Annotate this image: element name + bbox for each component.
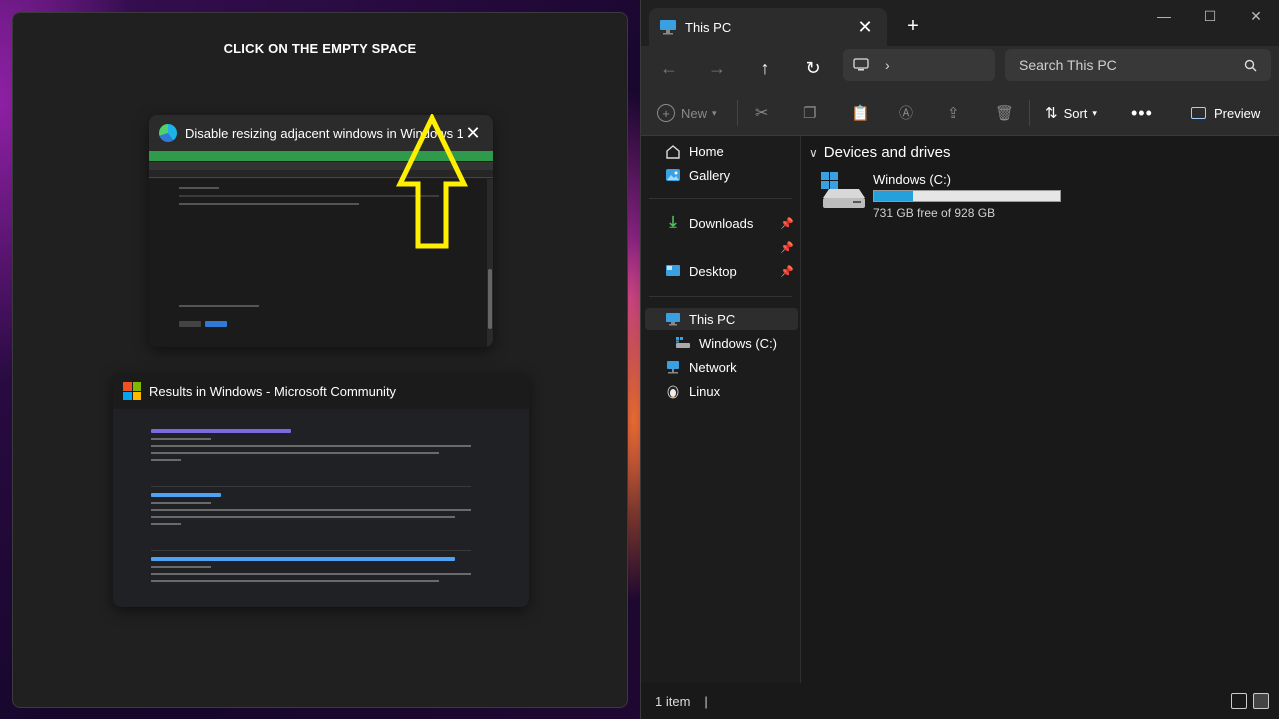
sort-label: Sort [1063, 105, 1088, 121]
sort-button[interactable]: ⇅ Sort ▾ [1045, 98, 1097, 128]
chevron-down-icon: ▾ [712, 107, 717, 118]
search-box[interactable]: Search This PC [1005, 49, 1271, 81]
sidebar-item-label: Desktop [689, 263, 737, 279]
microsoft-logo-icon [123, 382, 141, 400]
tab-label: This PC [685, 19, 732, 35]
linux-penguin-icon [665, 383, 681, 399]
large-icons-view-icon[interactable] [1253, 693, 1269, 709]
up-button[interactable]: ↑ [749, 52, 781, 84]
sidebar-item-gallery[interactable]: Gallery [645, 164, 798, 186]
sidebar-item-label: Network [689, 359, 737, 375]
windows-drive-icon [821, 172, 865, 212]
copy-icon[interactable]: ❐ [803, 98, 816, 128]
download-icon: ⤓ [669, 214, 677, 231]
sort-icon: ⇅ [1045, 105, 1058, 122]
monitor-icon [853, 58, 869, 71]
group-title: Devices and drives [823, 144, 951, 161]
sidebar-item-desktop[interactable]: Desktop 📌 [645, 260, 798, 282]
navigation-pane: Home Gallery ⤓ Downloads 📌 📌 Desktop 📌 T… [641, 136, 801, 683]
paste-icon[interactable]: 📋 [851, 98, 870, 128]
sidebar-item-label: Windows (C:) [699, 335, 778, 351]
drive-usage-bar [873, 190, 1061, 202]
status-separator: | [704, 693, 708, 709]
drive-usage-fill [874, 191, 914, 201]
close-window-button[interactable]: ✕ [1233, 4, 1279, 28]
drive-free-space: 731 GB free of 928 GB [873, 206, 996, 220]
rename-icon[interactable]: Ⓐ [899, 98, 913, 128]
thumbnail-preview [113, 409, 529, 607]
chevron-down-icon: ▾ [1092, 107, 1097, 118]
sidebar-item-windows-c[interactable]: Windows (C:) [645, 332, 798, 354]
delete-icon[interactable]: 🗑 [995, 98, 1014, 128]
forward-button[interactable]: → [701, 52, 733, 84]
sidebar-item-downloads[interactable]: ⤓ Downloads 📌 [645, 212, 798, 234]
minimize-button[interactable]: — [1141, 4, 1187, 28]
preview-label: Preview [1214, 105, 1261, 121]
plus-circle-icon: + [657, 104, 675, 122]
address-bar-row: ← → ↑ ↻ › Search This PC [641, 46, 1279, 90]
cut-icon[interactable]: ✂ [755, 98, 768, 128]
network-icon [665, 359, 681, 375]
new-tab-button[interactable]: + [899, 12, 927, 40]
group-header-devices[interactable]: ∨ Devices and drives [809, 144, 951, 161]
back-button[interactable]: ← [653, 52, 685, 84]
tab-bar: This PC ✕ + — ☐ ✕ [641, 0, 1279, 46]
chevron-down-icon: ∨ [809, 145, 818, 160]
tab-this-pc[interactable]: This PC ✕ [649, 8, 887, 46]
desktop-icon [665, 263, 681, 279]
edge-icon [159, 124, 177, 142]
close-icon[interactable]: ✕ [853, 15, 877, 39]
search-icon [1244, 59, 1257, 71]
maximize-button[interactable]: ☐ [1187, 4, 1233, 28]
chevron-right-icon[interactable]: › [885, 57, 890, 73]
sidebar-item-label: Gallery [689, 167, 731, 183]
share-icon[interactable]: ⇪ [947, 98, 960, 128]
gallery-icon [665, 167, 681, 183]
new-label: New [681, 105, 708, 121]
thumbnail-header: Results in Windows - Microsoft Community [113, 373, 529, 409]
sidebar-item-this-pc[interactable]: This PC [645, 308, 798, 330]
item-count: 1 item [655, 693, 691, 709]
refresh-button[interactable]: ↻ [797, 52, 829, 84]
pin-icon[interactable]: 📌 [780, 241, 794, 254]
preview-pane-icon [1191, 107, 1206, 119]
file-list-area[interactable]: ∨ Devices and drives Windows (C:) 731 GB… [801, 136, 1279, 683]
more-options-icon[interactable]: ••• [1131, 98, 1153, 128]
status-bar: 1 item | [641, 683, 1279, 719]
monitor-icon [665, 311, 681, 327]
address-bar[interactable]: › [843, 49, 995, 81]
drive-item-windows-c[interactable]: Windows (C:) 731 GB free of 928 GB [821, 172, 1081, 220]
home-icon [665, 143, 681, 159]
preview-button[interactable]: Preview [1191, 98, 1260, 128]
new-button[interactable]: + New ▾ [657, 98, 717, 128]
drive-name: Windows (C:) [873, 172, 952, 187]
snap-window-thumbnail-community[interactable]: Results in Windows - Microsoft Community [113, 373, 529, 607]
sidebar-item-label: This PC [689, 311, 736, 327]
monitor-icon [660, 20, 676, 35]
pin-icon[interactable]: 📌 [780, 217, 794, 230]
sidebar-item-label: Downloads [689, 215, 754, 231]
search-placeholder: Search This PC [1019, 57, 1117, 73]
sidebar-item-unnamed-pinned[interactable]: 📌 [645, 236, 798, 258]
sidebar-item-linux[interactable]: Linux [645, 380, 798, 402]
sidebar-item-home[interactable]: Home [645, 140, 798, 162]
file-explorer-window[interactable]: This PC ✕ + — ☐ ✕ ← → ↑ ↻ › Search This … [640, 0, 1279, 719]
sidebar-item-network[interactable]: Network [645, 356, 798, 378]
pin-icon[interactable]: 📌 [780, 265, 794, 278]
details-view-icon[interactable] [1231, 693, 1247, 709]
sidebar-item-label: Home [689, 143, 724, 159]
sidebar-item-label: Linux [689, 383, 721, 399]
up-arrow-annotation-icon [396, 114, 468, 249]
snap-assist-panel[interactable]: CLICK ON THE EMPTY SPACE Disable resizin… [12, 12, 628, 708]
thumbnail-title: Results in Windows - Microsoft Community [149, 383, 397, 399]
command-bar: + New ▾ ✂ ❐ 📋 Ⓐ ⇪ 🗑 ⇅ Sort ▾ ••• Preview [641, 90, 1279, 136]
snap-instruction: CLICK ON THE EMPTY SPACE [223, 41, 417, 56]
drive-icon [675, 335, 691, 351]
